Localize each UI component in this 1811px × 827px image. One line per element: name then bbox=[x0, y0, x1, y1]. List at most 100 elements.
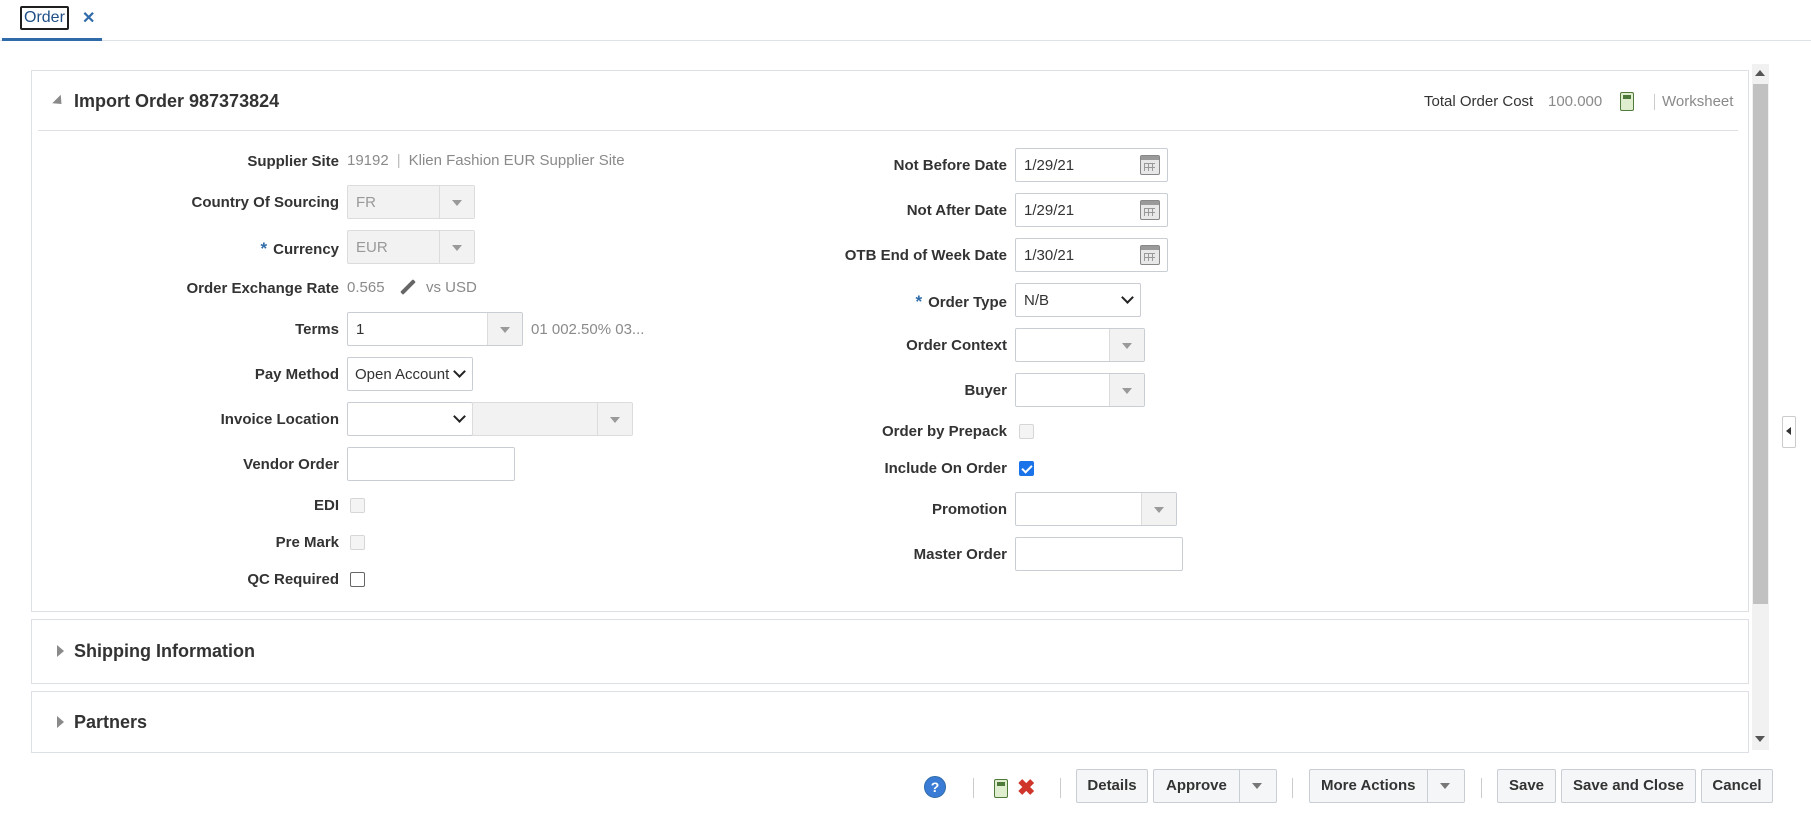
supplier-site-id: 19192 bbox=[347, 152, 389, 169]
partners-section[interactable] bbox=[31, 691, 1749, 753]
master-order-input[interactable] bbox=[1015, 537, 1183, 571]
supplier-site-name: Klien Fashion EUR Supplier Site bbox=[408, 152, 625, 169]
order-by-prepack-label: Order by Prepack bbox=[881, 423, 1007, 440]
dropdown-arrow-icon[interactable] bbox=[1109, 374, 1144, 406]
qc-required-checkbox[interactable] bbox=[350, 572, 365, 587]
partners-title[interactable]: Partners bbox=[74, 712, 147, 733]
calendar-icon[interactable] bbox=[1140, 155, 1160, 175]
country-of-sourcing-select: FR bbox=[347, 185, 475, 219]
divider bbox=[1481, 778, 1482, 798]
cancel-button[interactable]: Cancel bbox=[1701, 769, 1773, 803]
more-actions-button[interactable]: More Actions bbox=[1309, 769, 1465, 803]
calendar-icon[interactable] bbox=[1140, 245, 1160, 265]
scroll-down-arrow-icon[interactable] bbox=[1755, 736, 1765, 742]
chevron-down-icon bbox=[453, 365, 466, 378]
pre-mark-checkbox bbox=[350, 535, 365, 550]
pay-method-value: Open Account bbox=[355, 366, 450, 383]
divider bbox=[1654, 94, 1655, 110]
approve-label: Approve bbox=[1166, 777, 1227, 794]
invoice-location-select[interactable] bbox=[347, 402, 473, 436]
otb-end-of-week-date-input[interactable]: 1/30/21 bbox=[1015, 238, 1168, 272]
terms-input[interactable]: 1 bbox=[347, 312, 523, 346]
supplier-site-value: 19192 | Klien Fashion EUR Supplier Site bbox=[347, 152, 625, 169]
exchange-rate-currency: vs USD bbox=[426, 279, 477, 296]
promotion-label: Promotion bbox=[932, 501, 1007, 518]
calculator-icon[interactable] bbox=[1620, 92, 1634, 111]
otb-end-of-week-date-value: 1/30/21 bbox=[1024, 247, 1075, 264]
dropdown-arrow-icon[interactable] bbox=[1109, 329, 1144, 361]
tab-order[interactable]: Order ✕ bbox=[2, 0, 102, 41]
scroll-up-arrow-icon[interactable] bbox=[1755, 70, 1765, 76]
not-after-date-input[interactable]: 1/29/21 bbox=[1015, 193, 1168, 227]
shipping-information-title[interactable]: Shipping Information bbox=[74, 641, 255, 662]
scrollbar-thumb[interactable] bbox=[1753, 84, 1768, 604]
header-divider bbox=[38, 130, 1738, 131]
dropdown-arrow-icon bbox=[439, 231, 474, 263]
dropdown-arrow-icon bbox=[439, 186, 474, 218]
vendor-order-label: Vendor Order bbox=[243, 456, 339, 473]
calculator-icon[interactable] bbox=[994, 779, 1008, 798]
include-on-order-checkbox[interactable] bbox=[1019, 461, 1034, 476]
required-marker: * bbox=[915, 292, 923, 311]
order-by-prepack-checkbox bbox=[1019, 424, 1034, 439]
more-actions-arrow-icon[interactable] bbox=[1427, 770, 1464, 802]
expand-triangle-icon[interactable] bbox=[57, 645, 64, 657]
otb-end-of-week-date-label: OTB End of Week Date bbox=[844, 247, 1007, 264]
chevron-down-icon bbox=[1121, 291, 1134, 304]
dropdown-arrow-icon bbox=[597, 403, 632, 435]
details-button[interactable]: Details bbox=[1076, 769, 1148, 803]
total-order-cost-value: 100.000 bbox=[1548, 93, 1603, 110]
close-icon[interactable]: ✕ bbox=[82, 8, 95, 28]
save-and-close-button[interactable]: Save and Close bbox=[1561, 769, 1696, 803]
tab-bar bbox=[0, 0, 1811, 41]
terms-value: 1 bbox=[356, 321, 365, 338]
total-order-cost-label: Total Order Cost bbox=[1424, 93, 1534, 110]
not-before-date-value: 1/29/21 bbox=[1024, 157, 1075, 174]
not-before-date-input[interactable]: 1/29/21 bbox=[1015, 148, 1168, 182]
divider bbox=[973, 778, 974, 798]
terms-description: 01 002.50% 03... bbox=[531, 321, 645, 338]
chevron-down-icon bbox=[453, 410, 466, 423]
approve-menu-arrow-icon[interactable] bbox=[1239, 770, 1276, 802]
approve-button[interactable]: Approve bbox=[1153, 769, 1277, 803]
side-panel-toggle[interactable] bbox=[1782, 416, 1796, 448]
delete-icon[interactable]: ✖ bbox=[1017, 777, 1035, 799]
more-actions-label: More Actions bbox=[1321, 777, 1416, 794]
edi-label: EDI bbox=[313, 497, 339, 514]
order-context-label: Order Context bbox=[906, 337, 1007, 354]
terms-label: Terms bbox=[295, 321, 339, 338]
order-exchange-rate-value: 0.565 bbox=[347, 279, 385, 296]
dropdown-arrow-icon[interactable] bbox=[487, 313, 522, 345]
shipping-information-section[interactable] bbox=[31, 619, 1749, 684]
save-button[interactable]: Save bbox=[1497, 769, 1556, 803]
tab-order-label[interactable]: Order bbox=[20, 6, 69, 30]
currency-select: EUR bbox=[347, 230, 475, 264]
invoice-location-detail bbox=[472, 402, 633, 436]
pay-method-select[interactable]: Open Account bbox=[347, 357, 473, 391]
order-context-input[interactable] bbox=[1015, 328, 1145, 362]
promotion-input[interactable] bbox=[1015, 492, 1177, 526]
not-after-date-value: 1/29/21 bbox=[1024, 202, 1075, 219]
divider bbox=[1060, 778, 1061, 798]
currency-value: EUR bbox=[356, 239, 388, 256]
include-on-order-label: Include On Order bbox=[884, 460, 1007, 477]
vendor-order-input[interactable] bbox=[347, 447, 515, 481]
country-of-sourcing-label: Country Of Sourcing bbox=[191, 194, 340, 211]
buyer-input[interactable] bbox=[1015, 373, 1145, 407]
order-exchange-rate-label: Order Exchange Rate bbox=[186, 280, 339, 297]
pre-mark-label: Pre Mark bbox=[275, 534, 339, 551]
order-type-select[interactable]: N/B bbox=[1015, 283, 1141, 317]
master-order-label: Master Order bbox=[913, 546, 1007, 563]
help-icon[interactable]: ? bbox=[924, 776, 946, 798]
page-title: Import Order 987373824 bbox=[74, 91, 280, 111]
qc-required-label: QC Required bbox=[247, 571, 339, 588]
calendar-icon[interactable] bbox=[1140, 200, 1160, 220]
edi-checkbox bbox=[350, 498, 365, 513]
buyer-label: Buyer bbox=[964, 382, 1007, 399]
required-marker: * bbox=[260, 239, 268, 258]
order-type-label: * Order Type bbox=[915, 292, 1007, 311]
pay-method-label: Pay Method bbox=[254, 366, 339, 383]
dropdown-arrow-icon[interactable] bbox=[1141, 493, 1176, 525]
expand-triangle-icon[interactable] bbox=[57, 716, 64, 728]
import-order-panel bbox=[31, 70, 1749, 612]
